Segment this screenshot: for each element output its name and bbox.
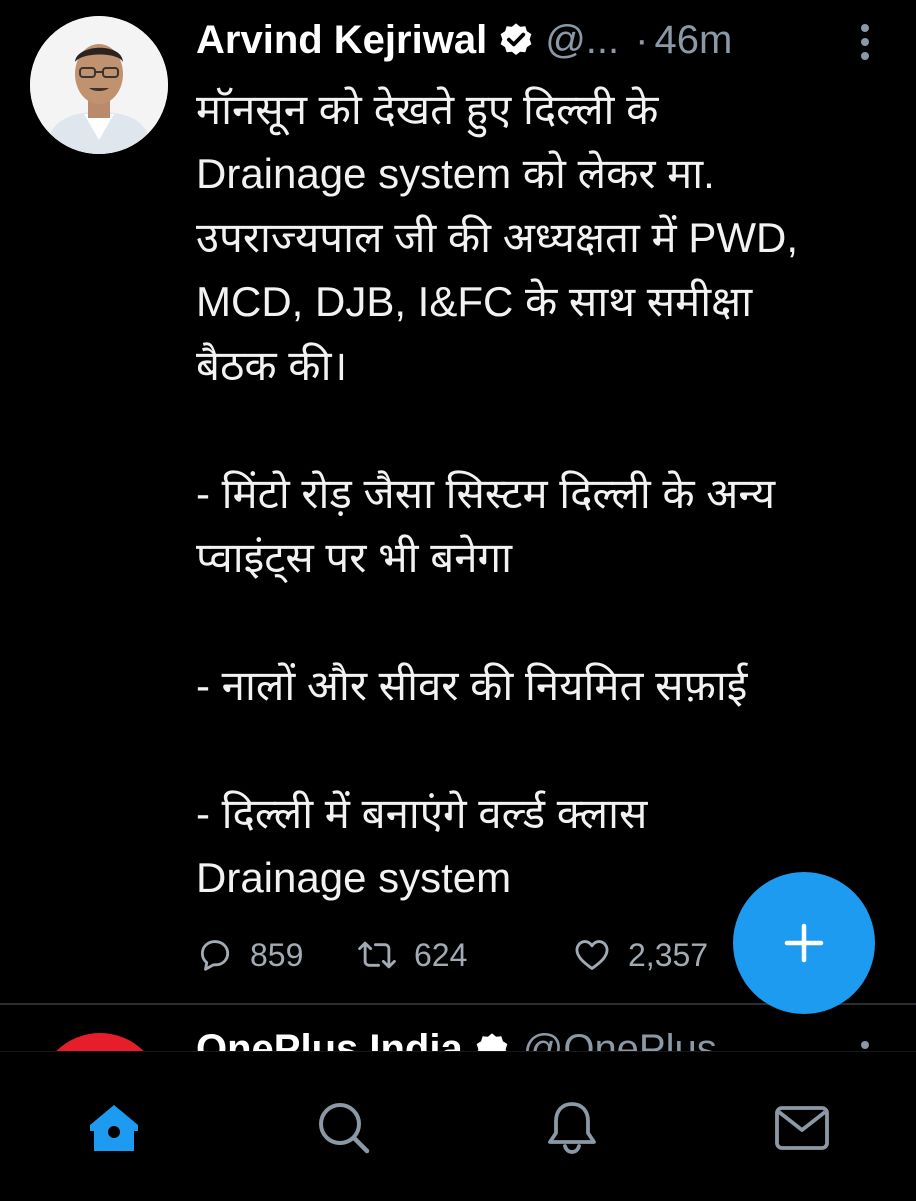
tweet-line-blank <box>196 590 896 654</box>
verified-badge-icon <box>497 21 535 59</box>
more-options-icon[interactable] <box>850 1037 880 1051</box>
reply-icon <box>200 940 230 971</box>
next-author-avatar[interactable] <box>38 1033 162 1051</box>
reply-button[interactable]: 859 <box>196 936 356 974</box>
tweet-line-blank <box>196 398 896 462</box>
separator-dot: · <box>635 17 649 62</box>
home-icon <box>90 1105 138 1151</box>
tweet-actions: 859 624 2,357 <box>196 928 772 982</box>
author-handle[interactable]: @... <box>545 18 619 63</box>
nav-search[interactable] <box>314 1098 374 1158</box>
tweet[interactable]: Arvind Kejriwal @... · 46m मॉनसून को देख… <box>0 0 916 1003</box>
retweet-count: 624 <box>414 936 468 973</box>
compose-tweet-button[interactable] <box>733 872 875 1014</box>
plus-icon <box>784 923 824 963</box>
verified-badge-icon <box>473 1031 511 1051</box>
author-avatar[interactable] <box>30 16 168 154</box>
tweet-line: प्वाइंट्स पर भी बनेगा <box>196 534 513 581</box>
retweet-icon <box>358 941 396 969</box>
tweet-line: Drainage system को लेकर मा. <box>196 150 715 197</box>
like-count: 2,357 <box>628 936 709 973</box>
mail-icon <box>775 1106 829 1150</box>
author-name[interactable]: Arvind Kejriwal <box>196 18 487 63</box>
tweet-line-blank <box>196 718 896 782</box>
tweet-line: MCD, DJB, I&FC के साथ समीक्षा <box>196 278 753 325</box>
next-author-name[interactable]: OnePlus India <box>196 1027 463 1051</box>
reply-count: 859 <box>250 936 304 973</box>
next-author-handle[interactable]: @OnePlus <box>523 1027 717 1051</box>
tweet-line: मॉनसून को देखते हुए दिल्ली के <box>196 86 659 133</box>
retweet-button[interactable]: 624 <box>356 936 572 974</box>
nav-home[interactable] <box>84 1098 144 1158</box>
heart-icon <box>575 940 609 970</box>
search-icon <box>319 1103 370 1154</box>
next-tweet-header: OnePlus India @OnePlus <box>196 1027 717 1051</box>
tweet-line: - मिंटो रोड़ जैसा सिस्टम दिल्ली के अन्य <box>196 470 776 517</box>
tweet-line: उपराज्यपाल जी की अध्यक्षता में PWD, <box>196 214 798 261</box>
bell-icon <box>548 1102 596 1154</box>
nav-notifications[interactable] <box>542 1098 602 1158</box>
nav-messages[interactable] <box>772 1098 832 1158</box>
tweet-line: बैठक की। <box>196 342 348 389</box>
tweet-line: - दिल्ली में बनाएंगे वर्ल्ड क्लास <box>196 790 648 837</box>
bottom-navigation <box>0 1051 916 1201</box>
tweet-time[interactable]: 46m <box>654 18 732 63</box>
tweet-line: - नालों और सीवर की नियमित सफ़ाई <box>196 662 748 709</box>
tweet-text: मॉनसून को देखते हुए दिल्ली के Drainage s… <box>196 78 896 910</box>
more-options-icon[interactable] <box>850 20 880 64</box>
tweet-header: Arvind Kejriwal @... · 46m <box>196 10 896 70</box>
next-tweet[interactable]: OnePlus India @OnePlus <box>0 1005 916 1051</box>
